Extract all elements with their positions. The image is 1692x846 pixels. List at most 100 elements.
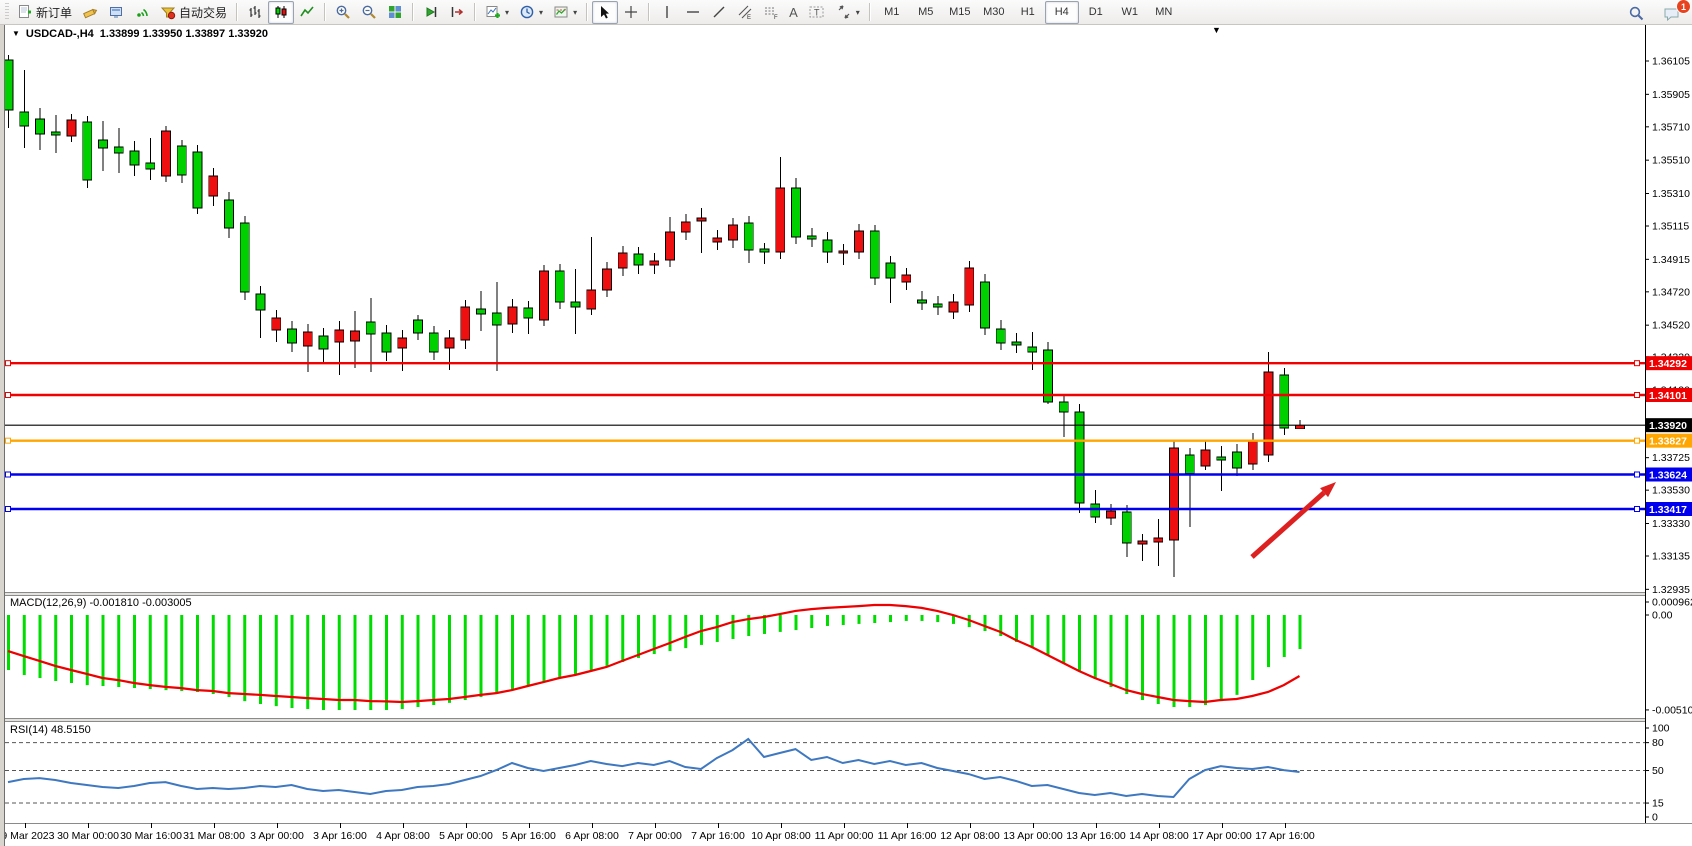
line-handle[interactable] (6, 472, 11, 477)
price-label-text: 1.33624 (1649, 470, 1687, 482)
notifications-button[interactable]: 1 (1658, 2, 1686, 25)
candle (902, 275, 911, 282)
text-label-tool[interactable]: T (803, 1, 831, 24)
axis-tick-label: 15 (1652, 798, 1664, 810)
line-chart-button[interactable] (294, 1, 320, 24)
price-label-text: 1.33920 (1649, 420, 1687, 432)
candle (414, 320, 423, 333)
zoom-out-button[interactable] (356, 1, 382, 24)
indicators-button[interactable]: ▾ (480, 1, 514, 24)
toolbar-separator (236, 3, 238, 21)
notification-badge: 1 (1676, 0, 1691, 14)
date-label: 14 Apr 08:00 (1129, 830, 1189, 842)
candle (1028, 347, 1037, 352)
profiles-button[interactable] (103, 1, 129, 24)
rsi-label: RSI(14) 48.5150 (10, 724, 91, 736)
arrows-tool[interactable]: ▾ (831, 1, 865, 24)
axis-tick-label: 1.33135 (1652, 551, 1690, 563)
timeframe-M30[interactable]: M30 (977, 1, 1011, 24)
chart-shift-button[interactable] (444, 1, 470, 24)
line-handle[interactable] (1635, 472, 1640, 477)
date-label: 10 Apr 08:00 (751, 830, 811, 842)
line-handle[interactable] (1635, 507, 1640, 512)
candle (51, 132, 60, 135)
axis-tick-label: 1.35710 (1652, 121, 1690, 133)
price-chart[interactable]: 1.361051.359051.357101.355101.353101.351… (0, 25, 1692, 846)
templates-button[interactable]: ▾ (548, 1, 582, 24)
chart-shift-icon (449, 4, 465, 20)
date-label: 5 Apr 16:00 (502, 830, 556, 842)
new-order-button[interactable]: 新订单 (12, 1, 77, 24)
auto-trading-label: 自动交易 (179, 4, 227, 21)
candle (1264, 372, 1273, 455)
timeframe-D1[interactable]: D1 (1079, 1, 1113, 24)
candle (20, 112, 29, 126)
line-handle[interactable] (6, 438, 11, 443)
candle (146, 163, 155, 169)
crosshair-tool-button[interactable] (618, 1, 644, 24)
timeframe-H4[interactable]: H4 (1045, 1, 1079, 24)
price-label-text: 1.33827 (1649, 436, 1687, 448)
timeframe-W1[interactable]: W1 (1113, 1, 1147, 24)
candle (996, 329, 1005, 343)
trendline-tool[interactable] (706, 1, 732, 24)
candle (949, 302, 958, 312)
toolbar-grip[interactable] (5, 3, 9, 21)
candle (634, 254, 643, 265)
collapse-triangle-icon[interactable]: ▼ (12, 29, 20, 38)
line-handle[interactable] (1635, 393, 1640, 398)
line-handle[interactable] (1635, 361, 1640, 366)
line-handle[interactable] (6, 361, 11, 366)
tile-windows-button[interactable] (382, 1, 408, 24)
candle (666, 232, 675, 260)
timeframe-M1[interactable]: M1 (875, 1, 909, 24)
styles-button[interactable] (77, 1, 103, 24)
auto-trading-button[interactable]: 自动交易 (155, 1, 232, 24)
candle (587, 290, 596, 309)
candle (618, 253, 627, 268)
toolbar-separator (474, 3, 476, 21)
line-handle[interactable] (6, 507, 11, 512)
candle (130, 151, 139, 165)
date-label: 11 Apr 00:00 (815, 830, 874, 842)
candlestick-chart-icon (273, 4, 289, 20)
candle (209, 176, 218, 196)
candle (776, 188, 785, 252)
signal-button[interactable] (129, 1, 155, 24)
candlestick-chart-button[interactable] (268, 1, 294, 24)
timeframe-H1[interactable]: H1 (1011, 1, 1045, 24)
candle (193, 152, 202, 208)
timeframe-M15[interactable]: M15 (943, 1, 977, 24)
horizontal-line-icon (685, 4, 701, 20)
timeframe-M5[interactable]: M5 (909, 1, 943, 24)
axis-tick-label: 80 (1652, 737, 1664, 749)
toolbar-separator (586, 3, 588, 21)
auto-scroll-button[interactable] (418, 1, 444, 24)
line-handle[interactable] (6, 393, 11, 398)
search-button[interactable] (1623, 2, 1650, 25)
candle (162, 131, 171, 176)
cursor-tool-button[interactable] (592, 1, 618, 24)
periods-button[interactable]: ▾ (514, 1, 548, 24)
date-label: 7 Apr 00:00 (628, 830, 682, 842)
zoom-in-button[interactable] (330, 1, 356, 24)
text-tool[interactable]: A (784, 1, 803, 24)
horizontal-line-tool[interactable] (680, 1, 706, 24)
line-handle[interactable] (1635, 438, 1640, 443)
candle (225, 200, 234, 228)
candle (288, 329, 297, 343)
bar-chart-button[interactable] (242, 1, 268, 24)
candle (650, 261, 659, 265)
equidistant-channel-tool[interactable]: E (732, 1, 758, 24)
candle (1201, 450, 1210, 466)
axis-tick-label: 1.33725 (1652, 452, 1690, 464)
signal-icon (134, 4, 150, 20)
candle (1091, 504, 1100, 517)
candle (1122, 512, 1131, 543)
candle (697, 218, 706, 221)
axis-tick-label: 1.35115 (1652, 221, 1689, 233)
fibonacci-tool[interactable]: F (758, 1, 784, 24)
timeframe-MN[interactable]: MN (1147, 1, 1181, 24)
vertical-line-tool[interactable] (654, 1, 680, 24)
price-axis[interactable]: 1.361051.359051.357101.355101.353101.351… (1645, 25, 1692, 824)
